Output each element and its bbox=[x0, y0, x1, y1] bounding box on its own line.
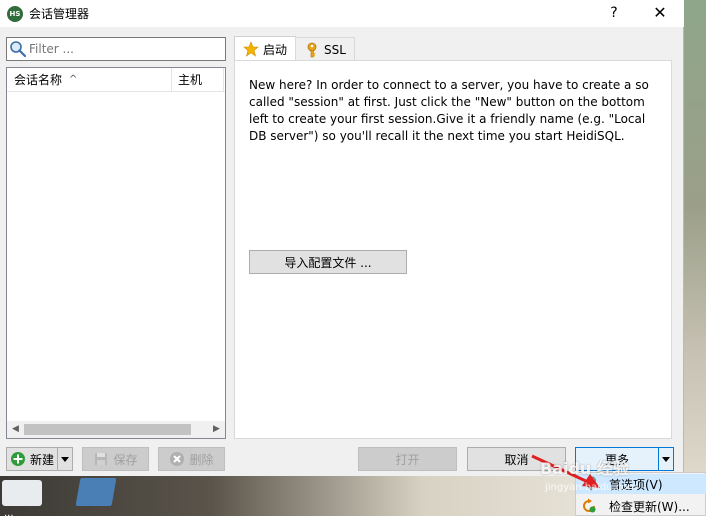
search-icon bbox=[9, 40, 27, 58]
help-button[interactable]: ? bbox=[604, 3, 624, 23]
welcome-text: New here? In order to connect to a serve… bbox=[249, 78, 649, 143]
floppy-disk-icon bbox=[93, 451, 109, 467]
horizontal-scrollbar[interactable]: ◀ ▶ bbox=[7, 421, 225, 438]
new-button[interactable]: 新建 bbox=[6, 447, 58, 471]
star-icon bbox=[243, 41, 259, 57]
key-icon bbox=[304, 42, 320, 58]
tab-label: SSL bbox=[324, 42, 346, 57]
column-header-label: 会话名称 bbox=[14, 73, 63, 87]
column-header-session-name[interactable]: 会话名称 ^ bbox=[7, 68, 172, 91]
save-button-label: 保存 bbox=[113, 452, 138, 467]
heidisql-app-icon: HS bbox=[7, 5, 23, 22]
desktop-book-icon[interactable] bbox=[75, 478, 117, 506]
more-dropdown-button[interactable] bbox=[658, 447, 674, 471]
tab-ssl[interactable]: SSL bbox=[295, 37, 355, 61]
new-dropdown-button[interactable] bbox=[57, 447, 73, 471]
tab-start[interactable]: 启动 bbox=[234, 36, 297, 61]
save-button[interactable]: 保存 bbox=[82, 447, 149, 471]
delete-icon bbox=[169, 451, 185, 467]
desktop-icon-label: ... bbox=[4, 508, 14, 516]
delete-button[interactable]: 删除 bbox=[158, 447, 225, 471]
plus-icon bbox=[10, 451, 26, 467]
desktop-server-icon[interactable] bbox=[2, 480, 42, 506]
watermark: Baidu 经验 bbox=[540, 455, 629, 479]
new-button-label: 新建 bbox=[30, 452, 55, 467]
session-manager-window: HS 会话管理器 ? ✕ 会话名称 ^ 主机 ◀ ▶ bbox=[0, 0, 684, 476]
chevron-down-icon bbox=[61, 456, 69, 462]
close-button[interactable]: ✕ bbox=[650, 3, 670, 23]
import-settings-button[interactable]: 导入配置文件 ... bbox=[249, 250, 407, 274]
start-tab-panel: New here? In order to connect to a serve… bbox=[234, 60, 672, 439]
menu-item-label: 检查更新(W)... bbox=[609, 499, 690, 514]
scroll-left-icon[interactable]: ◀ bbox=[7, 421, 24, 438]
desktop-background bbox=[684, 0, 706, 516]
watermark-url: jingyan.baidu.com bbox=[545, 482, 638, 493]
menu-item-check-updates[interactable]: 检查更新(W)... bbox=[576, 496, 706, 516]
window-title: 会话管理器 bbox=[29, 7, 90, 21]
watermark-text: Baidu 经验 bbox=[540, 459, 629, 478]
filter-input[interactable] bbox=[29, 42, 219, 56]
filter-box[interactable] bbox=[6, 37, 226, 61]
chevron-down-icon bbox=[662, 456, 670, 462]
tab-label: 启动 bbox=[263, 42, 288, 57]
scrollbar-thumb[interactable] bbox=[24, 424, 191, 435]
open-button[interactable]: 打开 bbox=[358, 447, 457, 471]
title-bar: HS 会话管理器 ? ✕ bbox=[0, 0, 684, 27]
column-header-host[interactable]: 主机 bbox=[172, 68, 224, 91]
settings-tabs: 启动 SSL bbox=[234, 36, 355, 61]
sort-ascending-icon: ^ bbox=[69, 74, 78, 85]
session-list[interactable]: 会话名称 ^ 主机 ◀ ▶ bbox=[6, 67, 226, 439]
column-header-label: 主机 bbox=[178, 73, 203, 87]
delete-button-label: 删除 bbox=[189, 452, 214, 467]
session-list-header: 会话名称 ^ 主机 bbox=[7, 68, 225, 92]
scroll-right-icon[interactable]: ▶ bbox=[208, 421, 225, 438]
refresh-icon bbox=[581, 498, 597, 514]
